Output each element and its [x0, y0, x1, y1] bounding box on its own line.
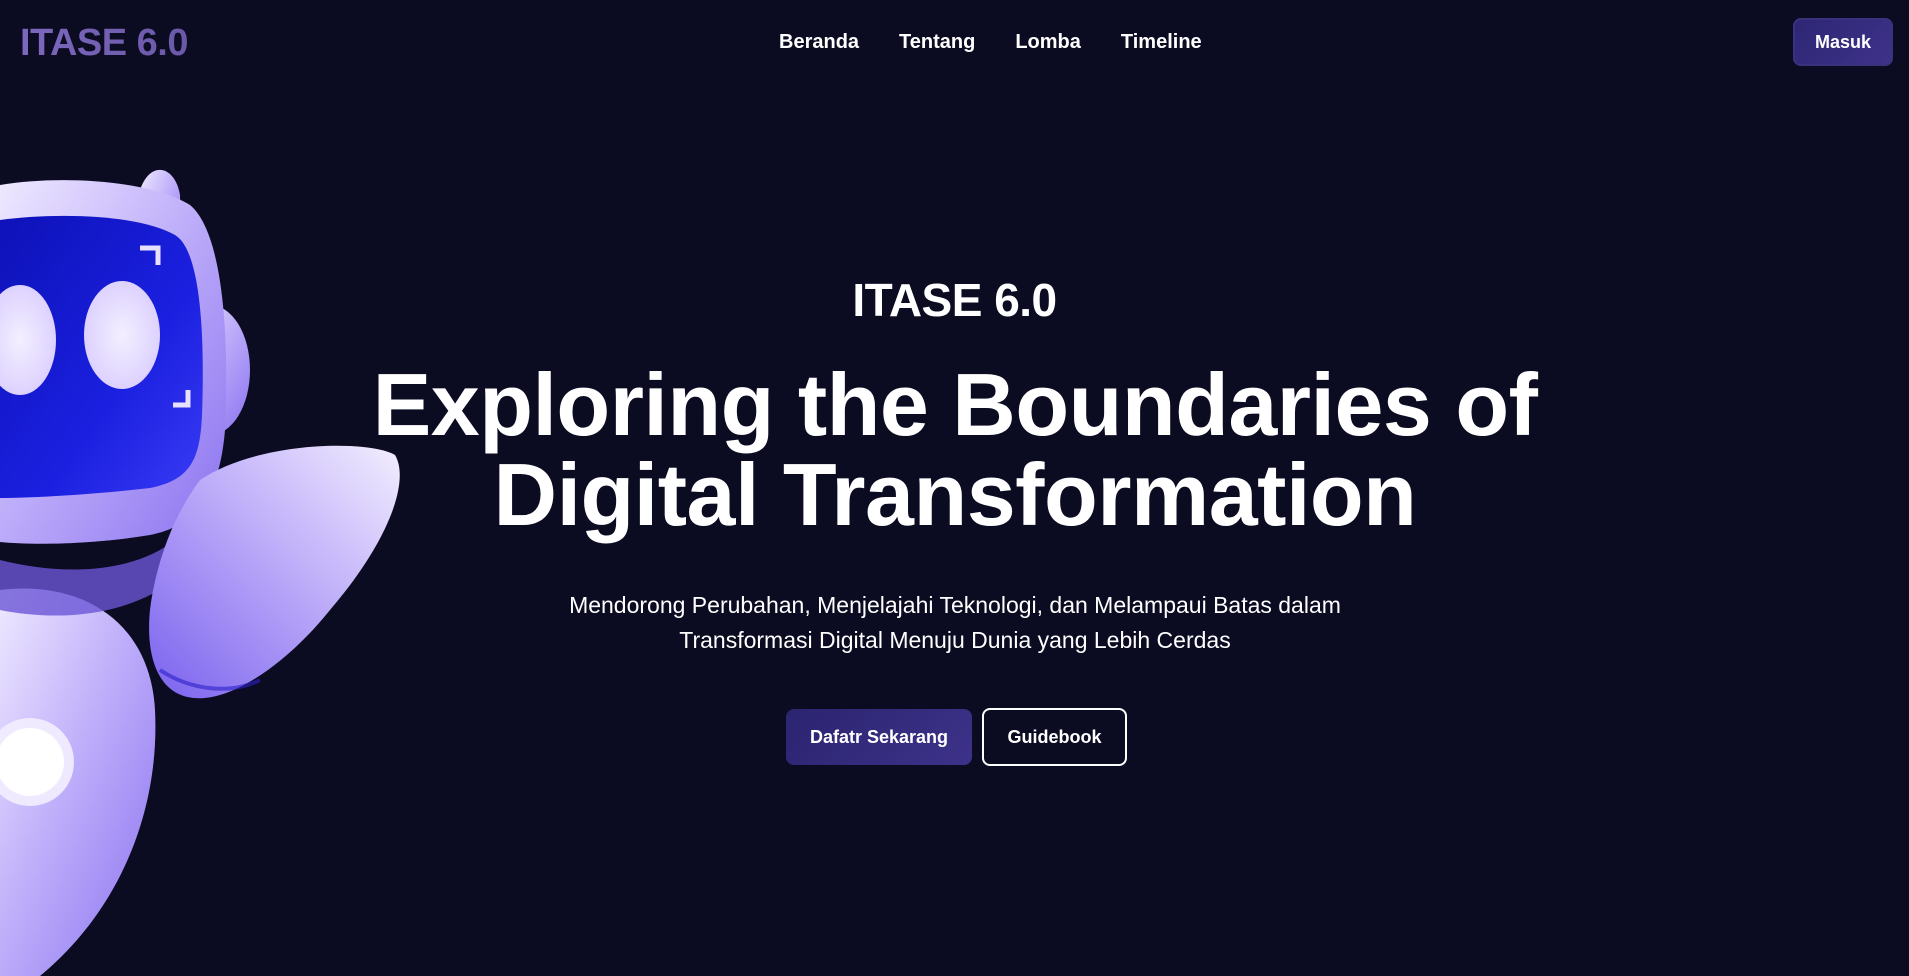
nav-item-tentang[interactable]: Tentang	[899, 28, 975, 56]
hero-cta-group: Dafatr Sekarang Guidebook	[786, 708, 1127, 766]
hero-kicker: ITASE 6.0	[852, 274, 1057, 326]
nav-item-beranda[interactable]: Beranda	[779, 28, 859, 56]
hero-subtitle: Mendorong Perubahan, Menjelajahi Teknolo…	[540, 588, 1370, 658]
hero-title-line-1: Exploring the Boundaries of	[372, 355, 1538, 454]
nav-item-timeline[interactable]: Timeline	[1121, 28, 1202, 56]
hero-title-line-2: Digital Transformation	[493, 445, 1417, 544]
hero-subtitle-line-1: Mendorong Perubahan, Menjelajahi Teknolo…	[569, 592, 1341, 618]
login-button[interactable]: Masuk	[1793, 18, 1893, 66]
register-now-button[interactable]: Dafatr Sekarang	[786, 709, 972, 765]
navbar: ITASE 6.0 Beranda Tentang Lomba Timeline…	[0, 0, 1909, 86]
site-logo[interactable]: ITASE 6.0	[20, 20, 188, 66]
nav-links: Beranda Tentang Lomba Timeline	[779, 28, 1202, 56]
hero-title: Exploring the Boundaries of Digital Tran…	[340, 360, 1570, 540]
robot-body	[0, 588, 156, 976]
hero-subtitle-line-2: Transformasi Digital Menuju Dunia yang L…	[679, 627, 1231, 653]
nav-item-lomba[interactable]: Lomba	[1015, 28, 1081, 56]
guidebook-button[interactable]: Guidebook	[982, 708, 1127, 766]
